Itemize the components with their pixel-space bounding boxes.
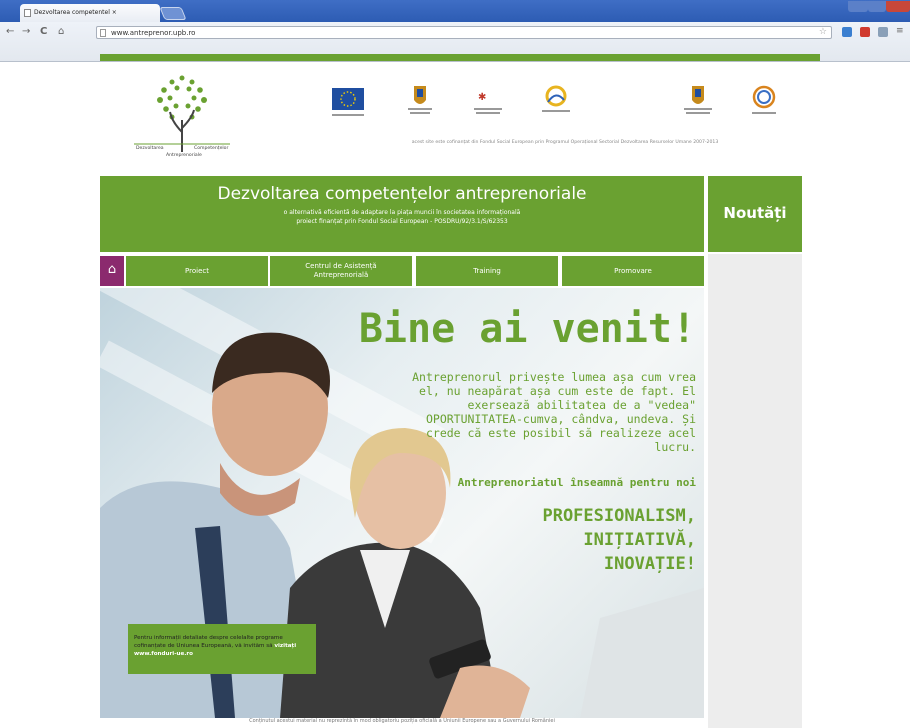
- value-initiative: INIȚIATIVĂ,: [583, 530, 696, 550]
- news-sidebar: [708, 254, 802, 728]
- nav-item-training[interactable]: Training: [416, 256, 558, 286]
- nav-label: Training: [473, 266, 501, 275]
- news-header[interactable]: Noutăți: [708, 176, 802, 252]
- banner-subtitle-2: proiect finanțat prin Fondul Social Euro…: [296, 218, 508, 225]
- project-logo[interactable]: Dezvoltarea Competențelor Antreprenorial…: [122, 72, 242, 164]
- address-bar[interactable]: www.antreprenor.upb.ro ☆: [96, 26, 832, 39]
- nav-label: Proiect: [185, 266, 209, 275]
- tab-title: Dezvoltarea competentel ×: [34, 9, 117, 16]
- nav-label: Centrul de Asistență Antreprenorială: [305, 262, 377, 279]
- header-banner: Dezvoltarea competențelor antreprenorial…: [100, 176, 704, 252]
- footer-disclaimer: Conținutul acestui material nu reprezint…: [249, 718, 555, 724]
- logo-caption-right: Competențelor: [194, 146, 229, 151]
- site-title: Dezvoltarea competențelor antreprenorial…: [217, 184, 587, 204]
- logo-caption-left: Dezvoltarea: [136, 146, 164, 151]
- top-green-bar: [100, 54, 820, 61]
- main-nav: ⌂ Proiect Centrul de Asistență Antrepren…: [100, 256, 704, 286]
- eu-info-text: Pentru informații detaliate despre celel…: [134, 635, 283, 649]
- hero-subtitle: Antreprenoriatul înseamnă pentru noi: [457, 476, 696, 489]
- browser-window: Dezvoltarea competentel × ← → C ⌂ www.an…: [0, 0, 910, 728]
- nav-item-promovare[interactable]: Promovare: [562, 256, 704, 286]
- eu-flag-icon: [332, 88, 364, 116]
- extension-icon-3[interactable]: [878, 27, 888, 37]
- hero-section: Bine ai venit! Antreprenorul privește lu…: [100, 288, 704, 718]
- nav-label: Promovare: [614, 266, 652, 275]
- romania-coat-of-arms-icon: [408, 86, 432, 114]
- home-icon: ⌂: [107, 262, 117, 277]
- banner-subtitle-1: o alternativă eficientă de adaptare la p…: [283, 209, 521, 216]
- reload-icon[interactable]: C: [40, 26, 47, 37]
- extension-icon-1[interactable]: [842, 27, 852, 37]
- page-favicon-icon: [24, 9, 31, 17]
- new-tab-button[interactable]: [159, 7, 187, 20]
- university-logo-icon: [752, 85, 776, 114]
- ministry-coat-of-arms-icon: [684, 86, 712, 114]
- close-window-button[interactable]: [886, 1, 910, 12]
- minimize-button[interactable]: [848, 1, 868, 12]
- fse-logo-icon: ✱: [474, 92, 502, 114]
- welcome-title: Bine ai venit!: [358, 306, 696, 352]
- tab-strip: Dezvoltarea competentel ×: [0, 0, 910, 22]
- page-icon: [100, 29, 106, 37]
- bookmark-star-icon[interactable]: ☆: [819, 27, 827, 37]
- url-text: www.antreprenor.upb.ro: [111, 29, 196, 37]
- back-icon[interactable]: ←: [6, 26, 14, 37]
- entrepreneur-quote: Antreprenorul privește lumea așa cum vre…: [412, 370, 696, 454]
- value-professionalism: PROFESIONALISM,: [542, 506, 696, 526]
- page-content: Dezvoltarea Competențelor Antreprenorial…: [100, 54, 820, 728]
- nav-item-centrul[interactable]: Centrul de Asistență Antreprenorială: [270, 256, 412, 286]
- home-browser-icon[interactable]: ⌂: [58, 26, 64, 37]
- svg-text:✱: ✱: [478, 92, 486, 103]
- sponsor-logos: ✱ acest site este cofinanțat din Fondul …: [330, 84, 800, 154]
- home-button[interactable]: ⌂: [100, 256, 124, 286]
- logo-caption-bottom: Antreprenoriale: [166, 153, 202, 158]
- forward-icon[interactable]: →: [22, 26, 30, 37]
- value-innovation: INOVAȚIE!: [603, 554, 696, 574]
- sponsor-text: acest site este cofinanțat din Fondul So…: [411, 140, 719, 145]
- nav-item-proiect[interactable]: Proiect: [126, 256, 268, 286]
- tab-active[interactable]: Dezvoltarea competentel ×: [20, 4, 160, 22]
- extension-icon-2[interactable]: [860, 27, 870, 37]
- pos-dru-logo-icon: [542, 85, 570, 112]
- menu-icon[interactable]: ≡: [896, 26, 904, 36]
- eu-info-box: Pentru informații detaliate despre celel…: [128, 624, 316, 674]
- maximize-button[interactable]: [868, 1, 886, 12]
